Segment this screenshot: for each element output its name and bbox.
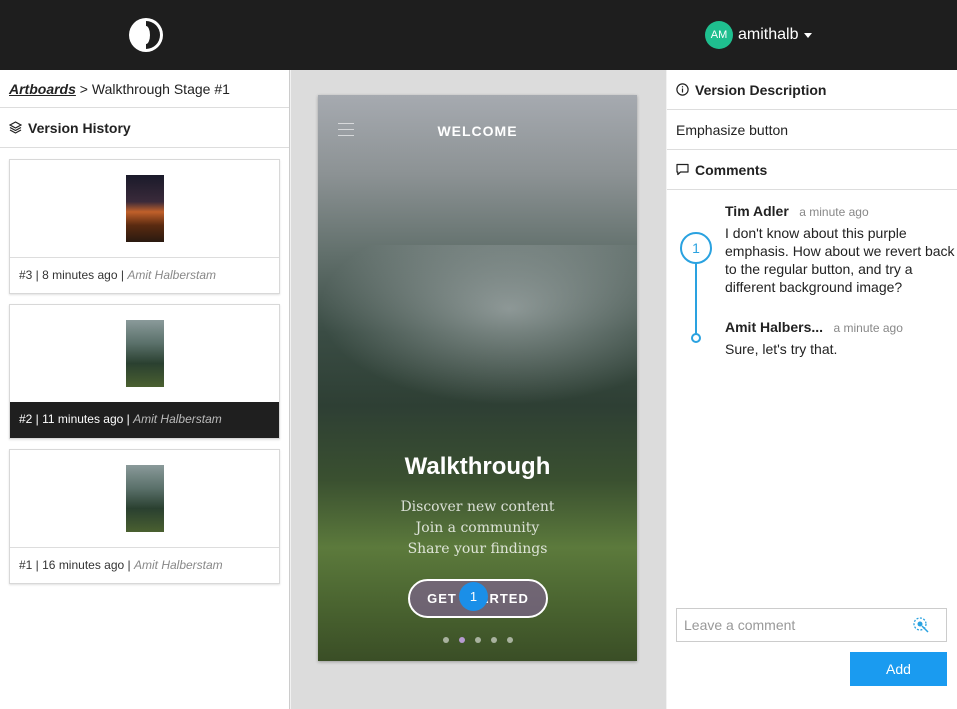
left-panel: Artboards > Walkthrough Stage #1 Version…	[0, 70, 290, 709]
version-author: Amit Halberstam	[133, 558, 223, 572]
version-description: Emphasize button	[667, 110, 957, 150]
page-dot-active	[459, 637, 465, 643]
page-indicator	[443, 637, 523, 643]
page-dot	[491, 637, 497, 643]
version-label: #3 | 8 minutes ago |	[19, 268, 124, 282]
comment-pin[interactable]: 1	[459, 582, 488, 611]
page-dot	[475, 637, 481, 643]
artboard-line: Join a community	[415, 520, 540, 536]
comments-title: Comments	[695, 161, 768, 178]
user-menu[interactable]: AM amithalb	[705, 21, 813, 49]
comment-time: a minute ago	[833, 321, 903, 335]
artboard-line: Discover new content	[400, 499, 555, 515]
reply-dot	[691, 333, 701, 343]
comment-text: Sure, let's try that.	[725, 341, 838, 357]
artboard-line: Share your findings	[407, 541, 548, 557]
version-description-header: Version Description	[667, 70, 957, 110]
pin-target-icon[interactable]	[912, 616, 930, 634]
version-thumbnail-area	[10, 450, 279, 547]
version-card-3[interactable]: #3 | 8 minutes ago | Amit Halberstam	[9, 159, 280, 294]
comment-header: Amit Halbers... a minute ago	[725, 319, 955, 337]
chevron-down-icon	[804, 32, 813, 38]
artboard-preview[interactable]: WELCOME Walkthrough Discover new content…	[318, 95, 637, 661]
breadcrumb: Artboards > Walkthrough Stage #1	[0, 70, 289, 108]
info-icon	[676, 83, 689, 96]
version-card-1[interactable]: #1 | 16 minutes ago | Amit Halberstam	[9, 449, 280, 584]
version-history-title: Version History	[28, 119, 131, 136]
breadcrumb-current: Walkthrough Stage #1	[91, 81, 230, 97]
version-label: #2 | 11 minutes ago |	[19, 412, 130, 426]
avatar: AM	[705, 21, 733, 49]
page-dot	[443, 637, 449, 643]
version-description-title: Version Description	[695, 81, 827, 98]
breadcrumb-separator: >	[79, 81, 88, 97]
right-panel: Version Description Emphasize button Com…	[667, 70, 957, 709]
username: amithalb	[738, 26, 799, 43]
comment-icon	[676, 163, 689, 176]
comment: Amit Halbers... a minute ago Sure, let's…	[725, 319, 955, 358]
comment-time: a minute ago	[799, 205, 869, 219]
page-dot	[507, 637, 513, 643]
artboard-canvas: WELCOME Walkthrough Discover new content…	[291, 70, 666, 709]
top-bar: AM amithalb	[0, 0, 957, 70]
version-author: Amit Halberstam	[127, 268, 216, 282]
version-history-header: Version History	[0, 108, 289, 148]
breadcrumb-artboards-link[interactable]: Artboards	[9, 81, 76, 97]
version-meta: #1 | 16 minutes ago | Amit Halberstam	[10, 547, 279, 583]
version-thumbnail-area	[10, 160, 279, 257]
version-meta: #2 | 11 minutes ago | Amit Halberstam	[10, 402, 279, 438]
version-meta: #3 | 8 minutes ago | Amit Halberstam	[10, 257, 279, 293]
comment-author: Amit Halbers...	[725, 319, 824, 335]
comments-header: Comments	[667, 150, 957, 190]
logo-profile	[142, 26, 150, 44]
comment-input-box	[676, 608, 947, 642]
comment-input[interactable]	[684, 617, 912, 633]
comment-author: Tim Adler	[725, 203, 789, 219]
version-thumbnail	[126, 320, 164, 387]
version-thumbnail-area	[10, 305, 279, 402]
comment-text: I don't know about this purple emphasis.…	[725, 225, 955, 295]
version-label: #1 | 16 minutes ago |	[19, 558, 131, 572]
version-card-2[interactable]: #2 | 11 minutes ago | Amit Halberstam	[9, 304, 280, 439]
thread-number-badge[interactable]: 1	[680, 232, 712, 264]
comment-header: Tim Adler a minute ago	[725, 203, 955, 221]
version-author: Amit Halberstam	[133, 412, 222, 426]
artboard-heading: Walkthrough	[404, 453, 551, 480]
version-thumbnail	[126, 175, 164, 242]
artboard-lines: Discover new content Join a community Sh…	[318, 497, 637, 560]
comment: Tim Adler a minute ago I don't know abou…	[725, 203, 955, 296]
fog-overlay	[318, 245, 637, 405]
add-comment-button[interactable]: Add	[850, 652, 947, 686]
app-logo-icon[interactable]	[129, 18, 163, 52]
artboard-title: WELCOME	[437, 123, 518, 139]
version-thumbnail	[126, 465, 164, 532]
layers-icon	[9, 121, 22, 134]
